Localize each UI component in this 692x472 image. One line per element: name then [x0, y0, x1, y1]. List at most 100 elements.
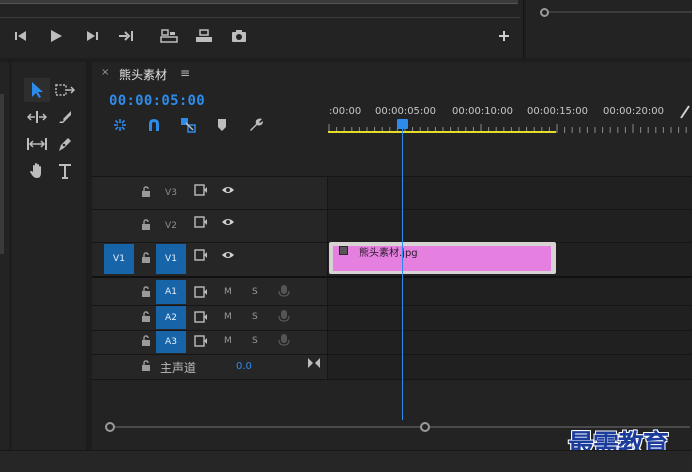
magnet-icon: [149, 119, 159, 131]
lock-icon[interactable]: [140, 335, 152, 347]
status-strip: [0, 450, 692, 472]
mute-button[interactable]: M: [224, 336, 232, 346]
snap-toggle[interactable]: [144, 116, 164, 134]
tab-close-button[interactable]: ×: [101, 67, 109, 78]
mute-button[interactable]: M: [224, 287, 232, 297]
linked-selection-toggle[interactable]: [178, 116, 198, 134]
track-target-a3[interactable]: A3: [156, 331, 186, 353]
track-target-a2[interactable]: A2: [156, 306, 186, 329]
nest-sequence-toggle[interactable]: [110, 116, 130, 134]
sync-lock-icon[interactable]: [194, 216, 208, 228]
track-divider: [92, 354, 692, 355]
solo-button[interactable]: S: [252, 336, 258, 346]
timeline-settings-button[interactable]: [246, 116, 266, 134]
razor-icon: [59, 111, 71, 123]
export-frame-button[interactable]: [226, 24, 252, 48]
wrench-icon: [250, 118, 263, 131]
track-divider: [92, 379, 692, 380]
track-target-v3[interactable]: V3: [156, 186, 186, 200]
track-target-v2[interactable]: V2: [156, 219, 186, 233]
slip-tool[interactable]: [24, 132, 50, 156]
marker-icon: [218, 119, 226, 131]
play-icon: [51, 30, 62, 42]
razor-tool[interactable]: [52, 105, 78, 129]
zoom-handle-left[interactable]: [105, 422, 115, 432]
sync-lock-icon[interactable]: [194, 184, 208, 196]
microphone-icon[interactable]: [277, 310, 291, 322]
insert-icon: [160, 29, 178, 43]
clip-name: 熊头素材.jpg: [359, 248, 418, 259]
ruler-label: :00:00: [329, 106, 362, 117]
go-to-out-button[interactable]: [113, 24, 139, 48]
insert-button[interactable]: [156, 24, 182, 48]
ripple-edit-tool[interactable]: [24, 105, 50, 129]
type-tool[interactable]: [52, 159, 78, 183]
ruler-scroll-edge: [678, 104, 692, 119]
ripple-edit-icon: [27, 111, 47, 123]
eye-icon[interactable]: [221, 184, 235, 196]
track-divider: [92, 209, 692, 210]
step-forward-button[interactable]: [79, 24, 105, 48]
linked-selection-icon: [181, 118, 196, 133]
track-select-tool[interactable]: [52, 78, 78, 102]
eye-icon[interactable]: [221, 216, 235, 228]
master-track-label: 主声道: [160, 361, 197, 375]
solo-button[interactable]: S: [252, 287, 258, 297]
hand-tool[interactable]: [24, 159, 50, 183]
hand-icon: [30, 163, 41, 178]
overwrite-button[interactable]: [191, 24, 217, 48]
playhead-handle[interactable]: [397, 119, 408, 129]
mark-out-step-back-button[interactable]: [8, 24, 34, 48]
ruler-label: 00:00:10:00: [452, 106, 514, 117]
slip-icon: [27, 138, 47, 150]
track-target-v1[interactable]: V1: [156, 244, 186, 274]
pen-tool[interactable]: [52, 132, 78, 156]
microphone-icon[interactable]: [277, 334, 291, 346]
pen-icon: [59, 138, 71, 151]
play-button[interactable]: [43, 24, 69, 48]
zoom-handle-right[interactable]: [420, 422, 430, 432]
button-editor-button[interactable]: [491, 24, 517, 48]
step-back-icon: [15, 31, 26, 41]
left-panel-scroll[interactable]: [0, 94, 4, 254]
header-divider: [327, 176, 328, 380]
sync-lock-icon[interactable]: [194, 311, 208, 323]
track-headers: [92, 176, 327, 380]
playhead-line[interactable]: [402, 128, 403, 420]
selection-tool[interactable]: [24, 78, 50, 102]
master-volume-value[interactable]: 0.0: [236, 361, 252, 372]
solo-button[interactable]: S: [252, 312, 258, 322]
lock-icon[interactable]: [140, 219, 152, 231]
sync-lock-icon[interactable]: [194, 249, 208, 261]
monitor-scrub-area: [0, 4, 520, 18]
plus-icon: [499, 31, 509, 41]
lock-icon[interactable]: [140, 252, 152, 264]
lock-icon[interactable]: [140, 186, 152, 198]
go-to-out-icon: [119, 31, 133, 41]
scroll-track: [546, 11, 692, 13]
eye-icon[interactable]: [221, 249, 235, 261]
ruler-label: 00:00:15:00: [527, 106, 589, 117]
track-select-icon: [55, 84, 75, 96]
go-to-end-icon[interactable]: [307, 357, 321, 369]
scroll-handle[interactable]: [540, 8, 549, 17]
mute-button[interactable]: M: [224, 312, 232, 322]
panel-menu-icon[interactable]: ≡: [180, 66, 190, 80]
sync-lock-icon[interactable]: [194, 286, 208, 298]
work-area-bar[interactable]: [328, 131, 556, 133]
lock-icon[interactable]: [140, 360, 152, 372]
source-patch-v1[interactable]: V1: [104, 244, 134, 274]
lock-icon[interactable]: [140, 311, 152, 323]
overwrite-icon: [196, 29, 212, 42]
sequence-tab-title[interactable]: 熊头素材: [119, 66, 167, 83]
lock-icon[interactable]: [140, 286, 152, 298]
right-panel-scrollbar[interactable]: [540, 8, 692, 17]
track-content-area: [328, 176, 692, 380]
sync-lock-icon[interactable]: [194, 335, 208, 347]
step-forward-icon: [87, 31, 98, 41]
camera-icon: [232, 30, 246, 42]
track-target-a1[interactable]: A1: [156, 280, 186, 304]
add-marker-button[interactable]: [212, 116, 232, 134]
playhead-timecode[interactable]: 00:00:05:00: [109, 93, 205, 109]
microphone-icon[interactable]: [277, 285, 291, 297]
